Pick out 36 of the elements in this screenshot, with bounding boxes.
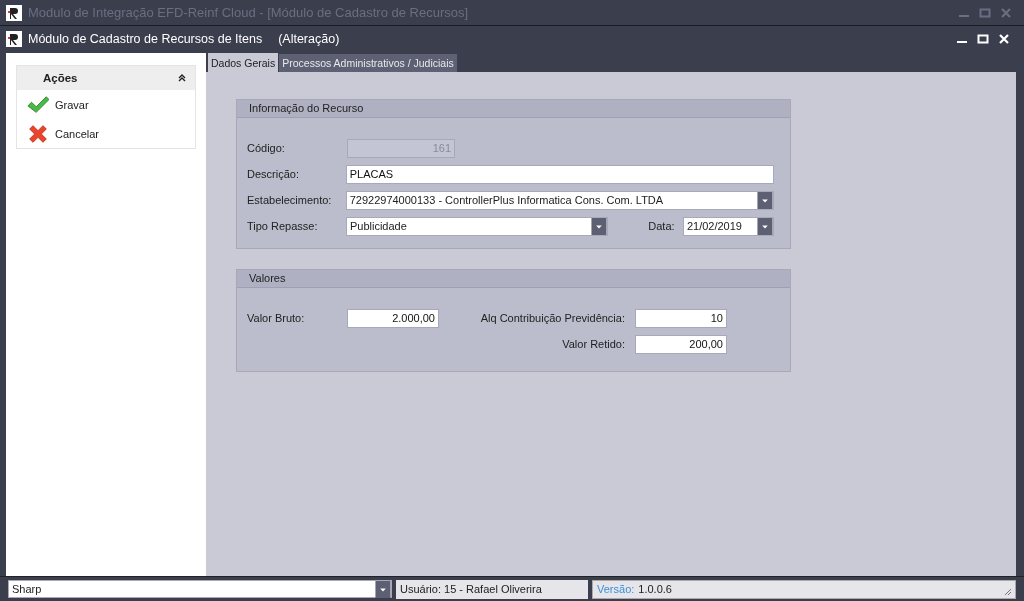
rate-field[interactable]: 10 (635, 308, 727, 328)
field-label: Data: (648, 220, 676, 232)
tab[interactable]: Dados Gerais (208, 53, 279, 72)
field-label: Tipo Repasse: (247, 220, 319, 232)
establishment-dropdown[interactable]: 72922974000133 - ControllerPlus Informatica Cons. Com. LTDA (345, 190, 774, 210)
cross-icon (27, 123, 49, 144)
field-label: Valor Bruto: (247, 312, 306, 324)
date-picker[interactable]: 21/02/2019 (682, 216, 774, 236)
window-title: Módulo de Cadastro de Recursos de Itens (28, 31, 263, 46)
app-logo-icon (6, 30, 22, 47)
tab[interactable]: Processos Administrativos / Judiciais (279, 54, 457, 72)
group-title: Informação do Recurso (237, 100, 790, 118)
description-field[interactable]: PLACAS (345, 164, 774, 184)
action-item[interactable]: Gravar (17, 90, 99, 119)
panel-title: Ações (43, 72, 78, 84)
field-label: Código: (247, 142, 286, 154)
panel-header[interactable]: Ações (17, 66, 195, 90)
gross-value-field[interactable]: 2.000,00 (347, 308, 439, 328)
check-icon (27, 94, 49, 115)
collapse-icon[interactable] (177, 73, 187, 83)
app-logo-icon (6, 4, 22, 21)
version-label: Versão: (597, 583, 635, 595)
skin-dropdown[interactable]: Sharp (8, 580, 392, 598)
transfer-type-dropdown[interactable]: Publicidade (345, 216, 609, 236)
field-label: Valor Retido: (561, 338, 626, 350)
group-title: Valores (237, 270, 790, 288)
version-number: 1.0.0.6 (638, 583, 672, 595)
withheld-value-field[interactable]: 200,00 (635, 334, 727, 354)
field-label: Estabelecimento: (247, 194, 333, 206)
field-label: Alq Contribuição Previdência: (479, 312, 626, 324)
resize-grip-icon[interactable] (1002, 586, 1012, 596)
field-label: Descrição: (247, 168, 300, 180)
user-label: Usuário: 15 - Rafael Oliverira (400, 583, 542, 595)
mode-label: (Alteração) (278, 31, 340, 46)
action-item[interactable]: Cancelar (17, 119, 110, 148)
maximize-icon[interactable] (977, 32, 989, 45)
